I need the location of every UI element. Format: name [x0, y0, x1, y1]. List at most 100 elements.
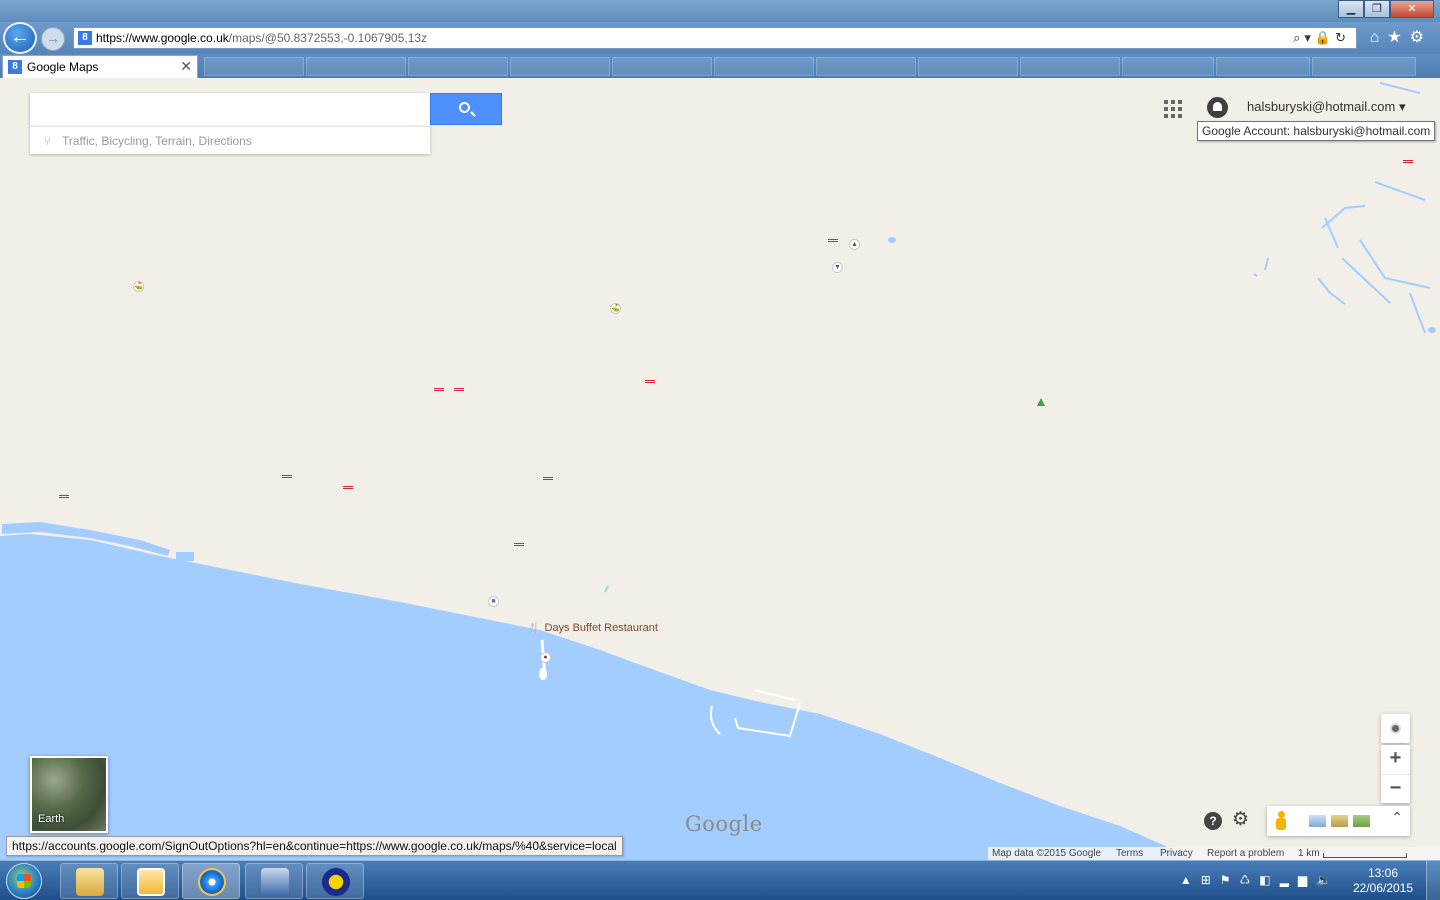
tab-background[interactable] [1122, 57, 1214, 76]
search-icon [459, 102, 470, 113]
zoom-control: + − [1381, 745, 1410, 803]
tab-background[interactable] [816, 57, 916, 76]
layer-thumb-satellite[interactable] [1309, 815, 1326, 827]
tab-close-icon[interactable]: ✕ [180, 58, 192, 75]
browser-tool-icons[interactable]: ⌂★⚙ [1370, 27, 1432, 47]
rail-station-icon[interactable] [828, 238, 838, 243]
tab-background[interactable] [612, 57, 712, 76]
map-footer: Map data ©2015 Google Terms Privacy Repo… [988, 847, 1440, 860]
taskbar-app-x[interactable] [306, 863, 364, 899]
taskbar-app-photo[interactable] [121, 863, 179, 899]
photo-app-icon [137, 868, 165, 896]
rail-station-icon[interactable] [543, 476, 553, 481]
window-titlebar: ▁ ❐ ✕ [0, 0, 1440, 22]
tab-background[interactable] [306, 57, 406, 76]
earth-view-toggle[interactable]: Earth [30, 756, 108, 833]
tab-title: Google Maps [27, 60, 99, 74]
remote-desktop-icon [261, 868, 289, 896]
settings-gear-icon[interactable]: ⚙ [1232, 810, 1249, 830]
pier-end [539, 668, 547, 680]
taskbar-remote-desktop[interactable] [245, 863, 303, 899]
rail-station-icon[interactable] [514, 542, 524, 547]
account-menu[interactable]: halsburyski@hotmail.com ▾ [1247, 99, 1405, 115]
rail-station-icon[interactable] [454, 387, 464, 392]
apps-grid-icon[interactable] [1164, 100, 1182, 118]
search-input[interactable] [30, 93, 430, 126]
tab-background[interactable] [714, 57, 814, 76]
rail-station-icon[interactable] [59, 494, 69, 499]
rail-station-icon[interactable] [282, 474, 292, 479]
pond [1428, 327, 1436, 333]
rail-station-icon[interactable] [1403, 159, 1413, 164]
search-button[interactable] [430, 93, 502, 125]
account-email: halsburyski@hotmail.com [1247, 99, 1396, 114]
golf-course-icon[interactable]: ⛳ [133, 281, 144, 292]
rail-station-icon[interactable] [645, 379, 655, 384]
url-host: https://www.google.co.uk [96, 31, 229, 45]
attraction-icon[interactable]: ● [540, 652, 551, 663]
tray-icons[interactable]: ▲⊞⚑♺◧▂▆🔈 [1180, 873, 1340, 887]
map-canvas[interactable]: ⑂ Traffic, Bicycling, Terrain, Direction… [0, 78, 1440, 860]
marina-basin [176, 552, 194, 561]
restaurant-label: Days Buffet Restaurant [544, 622, 658, 634]
minimize-button[interactable]: ▁ [1338, 0, 1364, 18]
tab-background[interactable] [510, 57, 610, 76]
system-clock[interactable]: 13:06 22/06/2015 [1352, 866, 1414, 896]
report-problem-link[interactable]: Report a problem [1207, 848, 1284, 859]
layer-thumb-earth[interactable] [1353, 815, 1370, 827]
tab-google-maps[interactable]: 8 Google Maps ✕ [2, 55, 198, 78]
status-bar-url: https://accounts.google.com/SignOutOptio… [6, 836, 623, 856]
google-logo: Google [685, 812, 763, 836]
search-suggestions[interactable]: ⑂ Traffic, Bicycling, Terrain, Direction… [30, 126, 430, 154]
earth-label: Earth [38, 813, 65, 825]
tab-background[interactable] [408, 57, 508, 76]
account-caret-icon: ▾ [1398, 99, 1406, 114]
tab-background[interactable] [918, 57, 1018, 76]
tab-bar: 8 Google Maps ✕ [0, 54, 1440, 78]
tab-background[interactable] [1312, 57, 1416, 76]
taskbar-explorer[interactable] [60, 863, 118, 899]
site-favicon-icon: 8 [78, 31, 92, 45]
account-tooltip: Google Account: halsburyski@hotmail.com [1197, 121, 1436, 141]
zoom-out-button[interactable]: − [1381, 774, 1410, 803]
address-bar-icons[interactable]: ⌕▾🔒↻ [1293, 30, 1350, 46]
start-button[interactable] [6, 863, 42, 899]
notifications-bell-icon[interactable] [1207, 97, 1228, 118]
forward-button[interactable]: → [41, 27, 65, 51]
sea-area [0, 82, 1436, 860]
directions-icon: ⑂ [44, 134, 52, 148]
restaurant-poi[interactable]: 🍴 Days Buffet Restaurant [528, 622, 658, 634]
zoom-in-button[interactable]: + [1381, 745, 1410, 774]
museum-icon[interactable]: ▲ [849, 239, 860, 250]
taskbar-internet-explorer[interactable] [182, 863, 240, 899]
rail-station-icon[interactable] [343, 485, 353, 490]
tab-background[interactable] [204, 57, 304, 76]
address-url[interactable]: https://www.google.co.uk/maps/@50.837255… [96, 31, 427, 45]
help-icon[interactable]: ? [1204, 812, 1222, 830]
suggestions-text: Traffic, Bicycling, Terrain, Directions [62, 134, 252, 148]
shopping-icon[interactable]: ■ [488, 596, 499, 607]
golf-course-icon[interactable]: ⛳ [610, 303, 621, 314]
close-window-button[interactable]: ✕ [1390, 0, 1434, 18]
address-bar[interactable]: 8 https://www.google.co.uk/maps/@50.8372… [73, 27, 1357, 49]
show-desktop-button[interactable] [1426, 861, 1440, 900]
scale-label[interactable]: 1 km [1298, 848, 1320, 859]
privacy-link[interactable]: Privacy [1160, 848, 1193, 859]
layer-thumb-terrain[interactable] [1331, 815, 1348, 827]
tab-favicon-icon: 8 [8, 60, 22, 74]
tab-background[interactable] [1216, 57, 1310, 76]
my-location-button[interactable] [1381, 714, 1410, 743]
rail-station-icon[interactable] [434, 387, 444, 392]
street-view-pegman-icon[interactable] [1276, 811, 1286, 831]
terms-link[interactable]: Terms [1116, 848, 1143, 859]
expand-chevron-icon[interactable]: ⌃ [1391, 809, 1403, 826]
clock-date: 22/06/2015 [1352, 881, 1414, 895]
browser-navbar: ← → 8 https://www.google.co.uk/maps/@50.… [0, 22, 1440, 54]
maximize-button[interactable]: ❐ [1364, 0, 1390, 18]
x-app-icon [322, 868, 350, 896]
back-button[interactable]: ← [3, 22, 37, 54]
park-icon[interactable] [1037, 398, 1045, 406]
window-controls: ▁ ❐ ✕ [1338, 0, 1434, 18]
university-icon[interactable]: ▼ [832, 262, 843, 273]
tab-background[interactable] [1020, 57, 1120, 76]
